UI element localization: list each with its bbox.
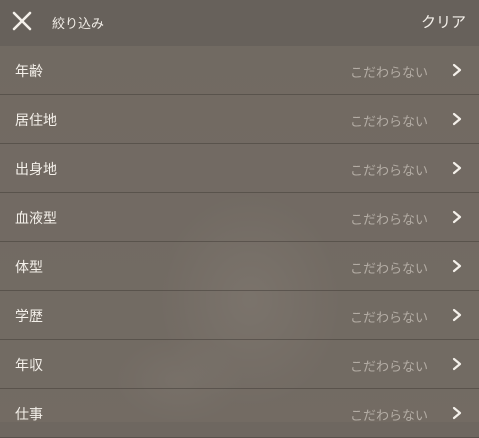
close-button[interactable] <box>9 8 35 34</box>
filter-value: こだわらない <box>349 262 428 277</box>
filter-row-occupation[interactable]: 仕事 こだわらない <box>0 389 479 438</box>
filter-label: 居住地 <box>15 113 57 129</box>
chevron-right-icon <box>452 406 462 420</box>
filter-row-body-type[interactable]: 体型 こだわらない <box>0 242 479 291</box>
filter-label: 学歴 <box>15 309 43 325</box>
page-title: 絞り込み <box>52 17 105 32</box>
filter-value: こだわらない <box>349 115 428 130</box>
chevron-right-icon <box>452 63 462 77</box>
chevron-right-icon <box>452 112 462 126</box>
filter-list: 年齢 こだわらない 居住地 こだわらない 出身地 こだわらない 血液型 こだわら… <box>0 46 479 438</box>
chevron-right-icon <box>452 357 462 371</box>
filter-value: こだわらない <box>349 66 428 81</box>
filter-header: 絞り込み クリア <box>0 0 479 46</box>
filter-row-income[interactable]: 年収 こだわらない <box>0 340 479 389</box>
filter-label: 出身地 <box>15 162 57 178</box>
filter-row-education[interactable]: 学歴 こだわらない <box>0 291 479 340</box>
chevron-right-icon <box>452 308 462 322</box>
chevron-right-icon <box>452 210 462 224</box>
chevron-right-icon <box>452 161 462 175</box>
filter-row-blood-type[interactable]: 血液型 こだわらない <box>0 193 479 242</box>
filter-label: 年収 <box>15 358 43 374</box>
filter-row-hometown[interactable]: 出身地 こだわらない <box>0 144 479 193</box>
filter-row-age[interactable]: 年齢 こだわらない <box>0 46 479 95</box>
filter-value: こだわらない <box>349 360 428 375</box>
filter-label: 仕事 <box>15 407 43 423</box>
filter-value: こだわらない <box>349 164 428 179</box>
chevron-right-icon <box>452 259 462 273</box>
filter-value: こだわらない <box>349 409 428 424</box>
filter-value: こだわらない <box>349 213 428 228</box>
filter-row-residence[interactable]: 居住地 こだわらない <box>0 95 479 144</box>
filter-label: 体型 <box>15 260 43 276</box>
close-icon <box>12 11 32 31</box>
filter-label: 年齢 <box>15 64 43 80</box>
filter-label: 血液型 <box>15 211 57 227</box>
clear-button[interactable]: クリア <box>421 11 466 32</box>
filter-value: こだわらない <box>349 311 428 326</box>
